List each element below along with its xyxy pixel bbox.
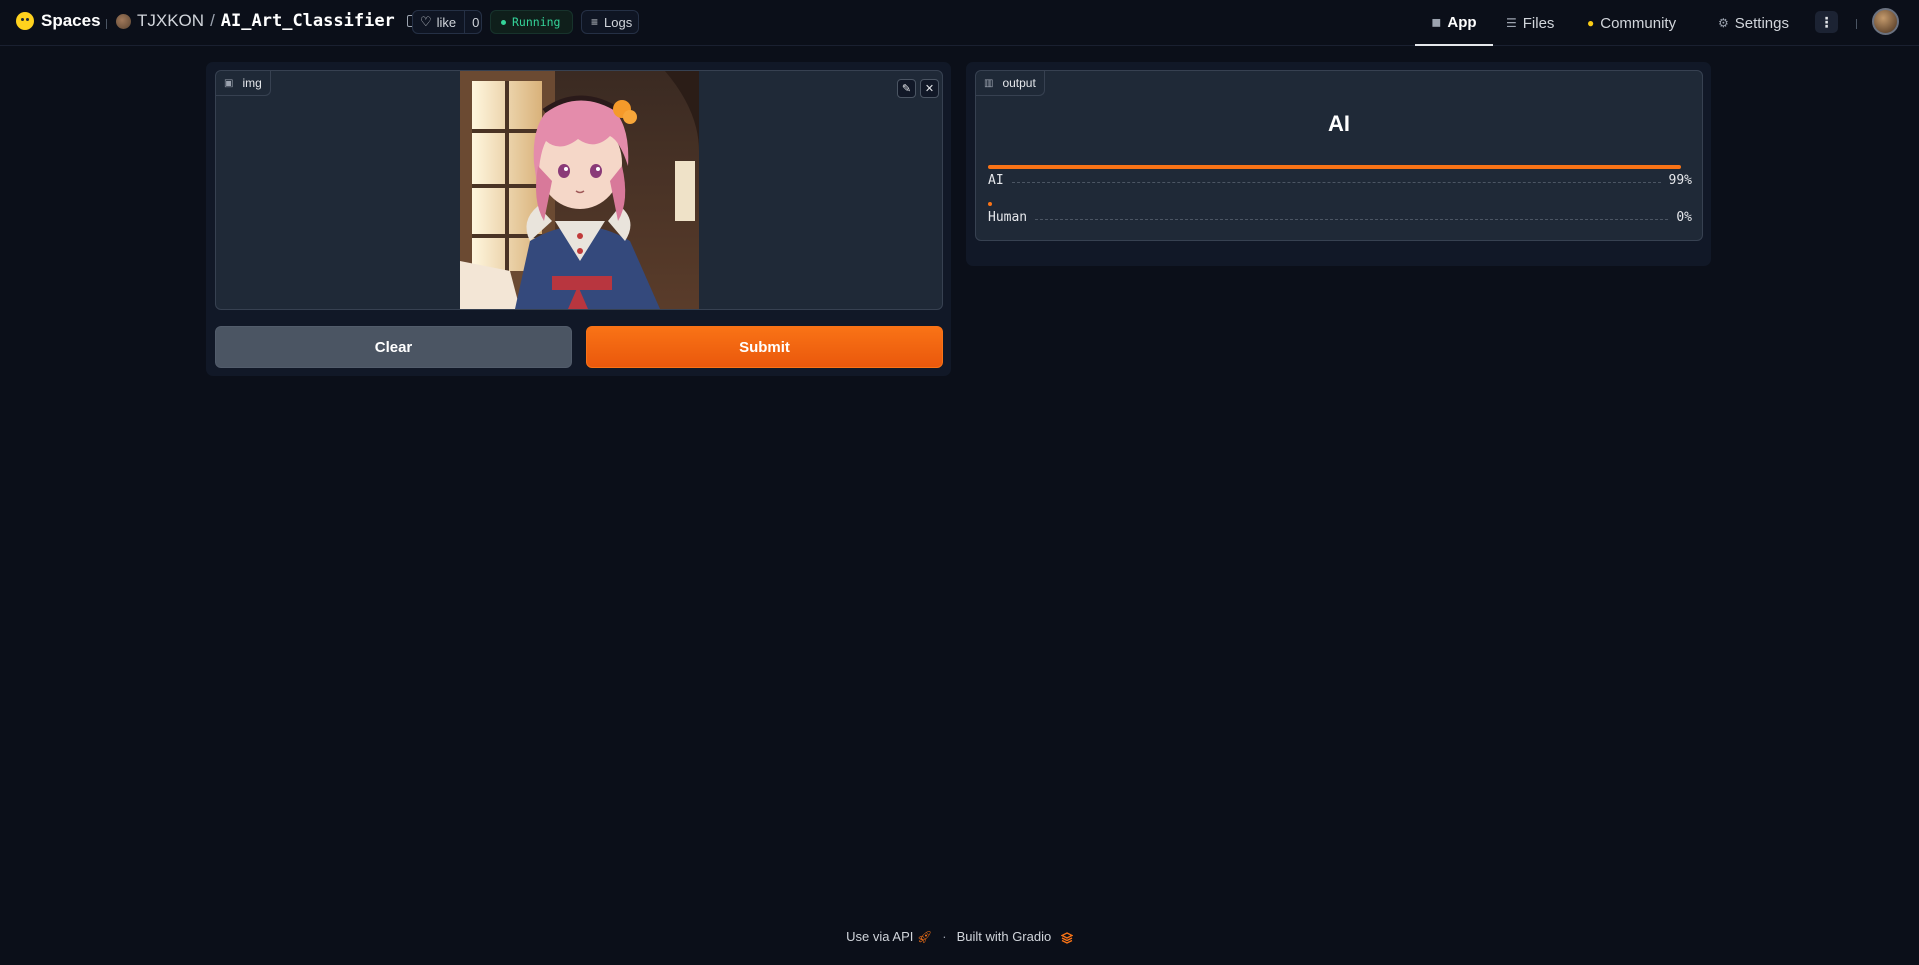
confidence-label: Human — [988, 210, 1028, 225]
top-navbar: Spaces TJXKON / AI_Art_Classifier ♡ like… — [0, 0, 1919, 46]
gear-icon: ⚙ — [1718, 16, 1729, 30]
tab-settings[interactable]: ⚙ Settings — [1718, 0, 1789, 46]
logs-label: Logs — [604, 14, 633, 30]
gradio-logo-icon — [1060, 931, 1074, 944]
confidence-bar — [988, 202, 992, 206]
divider — [106, 19, 107, 29]
tab-app[interactable]: ◼ App — [1415, 0, 1493, 46]
output-label-tag: ▥ output — [976, 71, 1045, 96]
heart-icon: ♡ — [420, 14, 432, 29]
brand-label: Spaces — [41, 11, 101, 30]
confidence-bar — [988, 165, 1681, 169]
like-label: like — [436, 14, 457, 30]
user-avatar[interactable] — [1872, 8, 1899, 35]
tab-community[interactable]: ● Community — [1587, 0, 1676, 46]
close-icon[interactable]: ✕ — [920, 79, 939, 98]
logs-button[interactable]: ≡ Logs — [581, 10, 639, 34]
footer-separator: · — [942, 929, 947, 944]
more-options-button[interactable]: ⋮ — [1815, 11, 1838, 33]
submit-button[interactable]: Submit — [586, 326, 943, 368]
logs-icon: ≡ — [591, 15, 599, 29]
owner-avatar — [116, 13, 131, 29]
huggingface-logo-icon — [16, 12, 34, 30]
image-label-tag: ▣ img — [216, 71, 271, 96]
output-panel: ▥ output AI AI 99% Human 0% — [966, 62, 1711, 266]
breadcrumb-separator: / — [210, 11, 215, 30]
clear-button[interactable]: Clear — [215, 326, 572, 368]
status-badge[interactable]: Running — [490, 10, 573, 34]
built-with-gradio-link[interactable]: Built with Gradio — [956, 929, 1074, 944]
image-label: img — [242, 76, 262, 90]
built-with-label: Built with Gradio — [956, 929, 1052, 944]
footer: Use via API 🚀︎ · Built with Gradio — [0, 929, 1919, 944]
divider — [1856, 19, 1857, 29]
output-label: output — [1002, 76, 1036, 90]
use-via-api-link[interactable]: Use via API 🚀︎ — [846, 929, 932, 944]
cube-icon: ◼ — [1431, 15, 1442, 29]
use-via-api-label: Use via API — [846, 929, 914, 944]
input-panel: ▣ img ✎ ✕ Clear Submit — [206, 62, 951, 376]
bar-chart-icon: ▥ — [984, 77, 994, 89]
files-icon: ☰ — [1506, 16, 1517, 30]
tab-settings-label: Settings — [1734, 14, 1789, 32]
rocket-icon: 🚀︎ — [916, 930, 933, 944]
image-input[interactable]: ▣ img ✎ ✕ — [215, 70, 943, 310]
tab-community-label: Community — [1600, 14, 1677, 32]
repo-name-link[interactable]: AI_Art_Classifier — [221, 11, 395, 31]
uploaded-image-preview — [460, 71, 699, 309]
like-button[interactable]: ♡ like 0 — [412, 10, 482, 34]
image-icon: ▣ — [224, 77, 234, 89]
status-label: Running — [512, 15, 561, 29]
predicted-label: AI — [1328, 111, 1350, 136]
community-icon: ● — [1587, 16, 1595, 30]
edit-icon[interactable]: ✎ — [897, 79, 916, 98]
anime-girl-image — [460, 71, 699, 309]
tab-files[interactable]: ☰ Files — [1506, 0, 1554, 46]
status-dot-icon — [501, 19, 506, 25]
repo-breadcrumb: TJXKON / AI_Art_Classifier — [116, 11, 417, 31]
confidence-value: 0% — [1676, 210, 1692, 225]
spaces-home-link[interactable]: Spaces — [16, 11, 101, 31]
like-count: 0 — [472, 14, 480, 30]
label-output: ▥ output AI AI 99% Human 0% — [975, 70, 1703, 241]
tab-app-label: App — [1447, 13, 1477, 31]
confidence-value: 99% — [1668, 173, 1692, 188]
confidence-label: AI — [988, 173, 1004, 188]
owner-link[interactable]: TJXKON — [137, 11, 204, 31]
tab-files-label: Files — [1522, 14, 1555, 32]
